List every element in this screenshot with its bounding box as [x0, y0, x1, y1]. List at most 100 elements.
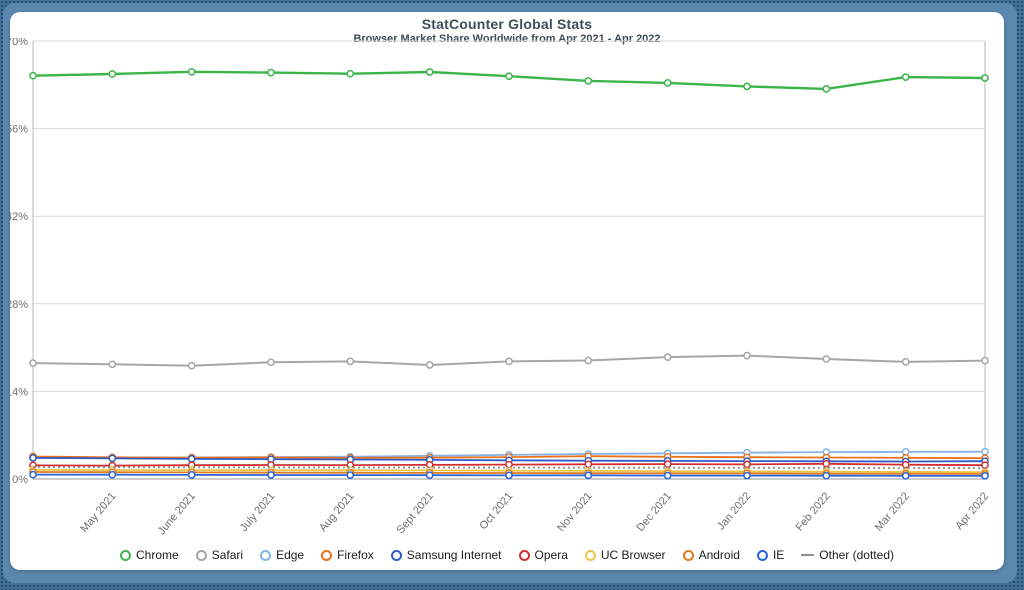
x-tick-label: July 2021: [238, 490, 277, 534]
x-tick-label: May 2021: [78, 490, 118, 535]
legend-item-samsung-internet[interactable]: Samsung Internet: [391, 548, 502, 562]
data-point-marker: [427, 472, 433, 478]
data-point-marker: [823, 356, 829, 362]
legend-item-firefox[interactable]: Firefox: [321, 548, 374, 562]
legend-label: Opera: [535, 548, 568, 562]
legend-item-safari[interactable]: Safari: [196, 548, 243, 562]
data-point-marker: [665, 80, 671, 86]
data-point-marker: [109, 71, 115, 77]
data-point-marker: [109, 455, 115, 461]
legend-item-edge[interactable]: Edge: [260, 548, 304, 562]
y-tick-label: 42%: [10, 211, 28, 223]
ring-icon: [519, 550, 530, 561]
data-point-marker: [30, 455, 36, 461]
legend-label: Firefox: [337, 548, 374, 562]
data-point-marker: [903, 462, 909, 468]
x-tick-label: Sept 2021: [395, 490, 436, 536]
data-point-marker: [347, 358, 353, 364]
data-point-marker: [665, 354, 671, 360]
ring-icon: [321, 550, 332, 561]
chart-card: StatCounter Global Stats Browser Market …: [10, 12, 1004, 570]
data-point-marker: [30, 360, 36, 366]
ring-icon: [683, 550, 694, 561]
data-point-marker: [585, 472, 591, 478]
data-point-marker: [347, 71, 353, 77]
ring-icon: [391, 550, 402, 561]
ring-icon: [585, 550, 596, 561]
legend-label: Samsung Internet: [407, 548, 502, 562]
data-point-marker: [30, 73, 36, 79]
data-point-marker: [189, 472, 195, 478]
x-tick-label: June 2021: [156, 490, 198, 537]
data-point-marker: [109, 361, 115, 367]
y-tick-label: 70%: [10, 38, 28, 48]
x-tick-label: Jan 2022: [715, 490, 753, 532]
data-point-marker: [982, 449, 988, 455]
x-tick-label: Aug 2021: [317, 490, 356, 534]
data-point-marker: [744, 353, 750, 359]
ring-icon: [120, 550, 131, 561]
data-point-marker: [427, 69, 433, 75]
legend-label: Other (dotted): [819, 548, 894, 562]
x-tick-label: Dec 2021: [635, 490, 674, 534]
ring-icon: [196, 550, 207, 561]
dash-icon: [801, 554, 814, 556]
data-point-marker: [903, 473, 909, 479]
legend-item-chrome[interactable]: Chrome: [120, 548, 179, 562]
data-point-marker: [982, 473, 988, 479]
legend-item-opera[interactable]: Opera: [519, 548, 568, 562]
data-point-marker: [585, 461, 591, 467]
series-chrome: [30, 69, 988, 92]
series-safari: [30, 353, 988, 369]
data-point-marker: [823, 473, 829, 479]
chart-title: StatCounter Global Stats: [10, 16, 1004, 32]
data-point-marker: [189, 363, 195, 369]
legend-label: Edge: [276, 548, 304, 562]
x-tick-label: Oct 2021: [477, 490, 515, 532]
chart-legend: Chrome Safari Edge Firefox Samsung Internet O…: [10, 544, 1004, 566]
legend-item-ie[interactable]: IE: [757, 548, 784, 562]
y-tick-label: 56%: [10, 124, 28, 136]
data-point-marker: [585, 357, 591, 363]
data-point-marker: [744, 473, 750, 479]
legend-item-uc-browser[interactable]: UC Browser: [585, 548, 666, 562]
data-point-marker: [506, 472, 512, 478]
y-tick-label: 0%: [12, 474, 28, 486]
x-tick-label: Nov 2021: [555, 490, 594, 534]
frame-inner-band: StatCounter Global Stats Browser Market …: [3, 3, 1017, 583]
series-other-dotted: [33, 467, 985, 468]
data-point-marker: [665, 461, 671, 467]
y-tick-label: 28%: [10, 299, 28, 311]
data-point-marker: [982, 75, 988, 81]
ring-icon: [757, 550, 768, 561]
gridlines: 0% 14% 28% 42% 56% 70%: [10, 38, 985, 486]
data-point-marker: [109, 472, 115, 478]
data-point-marker: [347, 472, 353, 478]
x-axis-labels: May 2021 June 2021 July 2021 Aug 2021 Sept 2…: [78, 490, 991, 537]
data-point-marker: [823, 461, 829, 467]
data-point-marker: [982, 358, 988, 364]
data-point-marker: [268, 472, 274, 478]
data-point-marker: [189, 456, 195, 462]
data-point-marker: [268, 359, 274, 365]
x-tick-label: Mar 2022: [873, 490, 912, 533]
legend-item-android[interactable]: Android: [683, 548, 740, 562]
legend-label: UC Browser: [601, 548, 666, 562]
data-point-marker: [427, 362, 433, 368]
legend-label: Chrome: [136, 548, 179, 562]
data-point-marker: [744, 461, 750, 467]
chart-plot-area: 0% 14% 28% 42% 56% 70% May 2021 June 2021 July 2…: [10, 38, 1004, 543]
ring-icon: [260, 550, 271, 561]
data-point-marker: [585, 78, 591, 84]
data-point-marker: [506, 358, 512, 364]
page-background: StatCounter Global Stats Browser Market …: [0, 0, 1024, 590]
legend-label: Android: [699, 548, 740, 562]
data-point-marker: [30, 472, 36, 478]
data-point-marker: [268, 70, 274, 76]
legend-label: Safari: [212, 548, 243, 562]
legend-item-other-dotted[interactable]: Other (dotted): [801, 548, 894, 562]
data-point-marker: [823, 86, 829, 92]
data-point-marker: [506, 73, 512, 79]
y-tick-label: 14%: [10, 386, 28, 398]
data-point-marker: [665, 473, 671, 479]
